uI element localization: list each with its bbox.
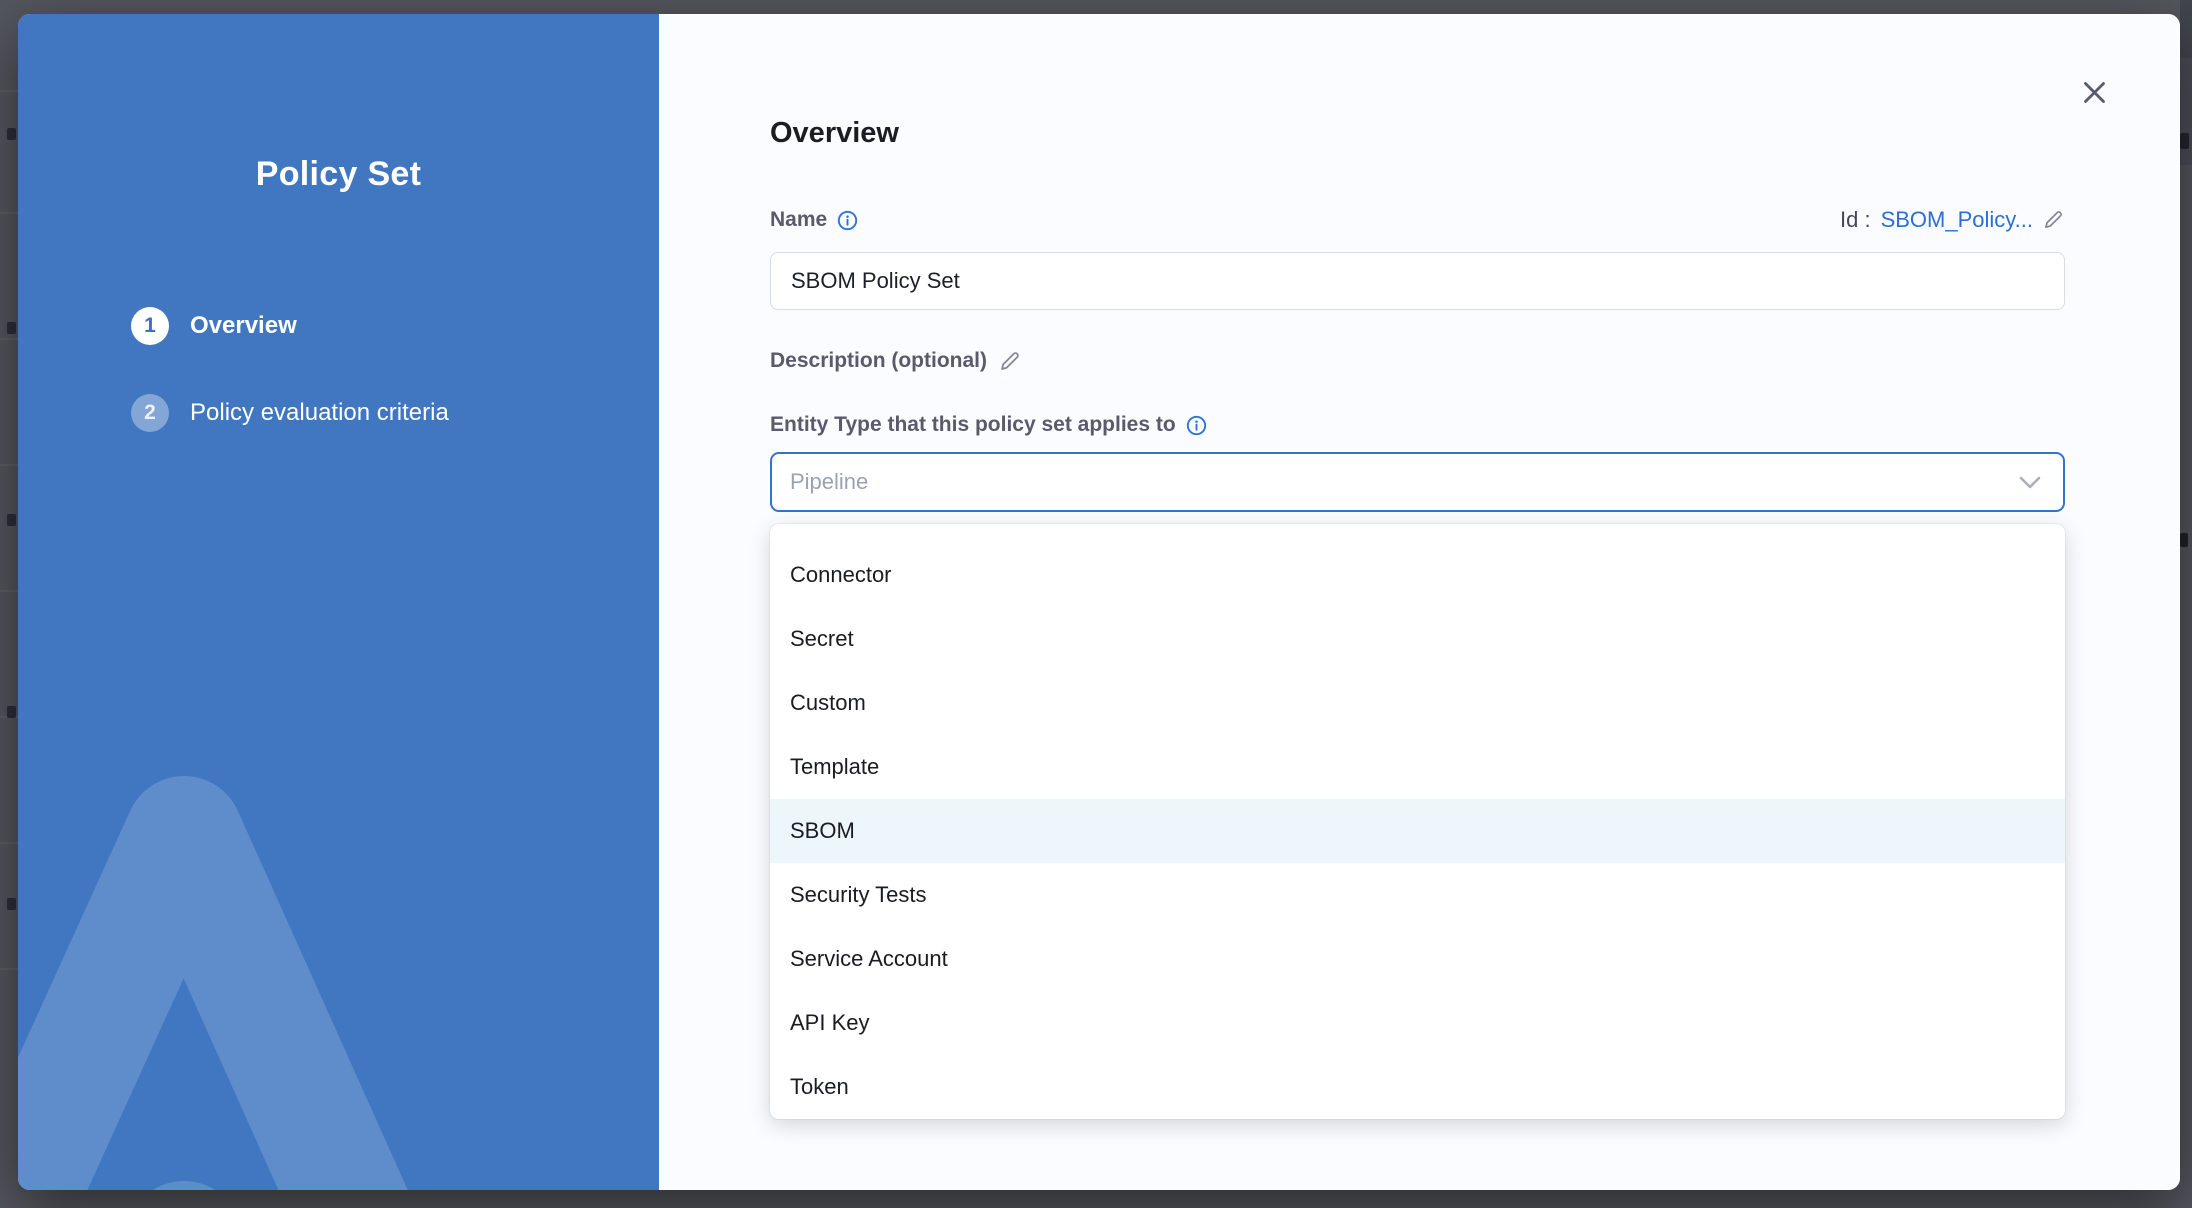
step-label: Overview [190,312,297,340]
step-number-badge: 2 [131,394,169,432]
dropdown-option[interactable]: SBOM [770,799,2065,863]
dropdown-option[interactable]: Template [770,735,2065,799]
description-row: Description (optional) [770,349,1022,373]
overview-step-panel: Overview Name Id : SBOM_Policy... [659,14,2180,1190]
dropdown-option-list: Feature Flag Connector Secret Custom Tem… [770,524,2065,1119]
entity-id-group: Id : SBOM_Policy... [1840,207,2065,233]
background-text-fragment [2180,133,2189,149]
select-placeholder: Pipeline [790,469,2019,495]
entity-type-row: Entity Type that this policy set applies… [770,413,1207,437]
dropdown-option[interactable]: Token [770,1055,2065,1119]
screen: Policy Set 1 Overview 2 Policy evaluatio… [0,0,2192,1208]
background-row-divider [0,842,18,844]
background-text-fragment [7,128,16,140]
background-text-fragment [7,898,16,910]
step-policy-evaluation-criteria[interactable]: 2 Policy evaluation criteria [131,394,449,432]
step-overview[interactable]: 1 Overview [131,307,449,345]
background-text-fragment [7,706,16,718]
wizard-sidebar: Policy Set 1 Overview 2 Policy evaluatio… [18,14,659,1190]
dropdown-option[interactable]: Secret [770,607,2065,671]
background-text-fragment [2180,533,2188,547]
dropdown-option-clipped[interactable]: Feature Flag [770,524,2065,543]
entity-type-select[interactable]: Pipeline [770,452,2065,512]
background-header-fragment [2180,0,2192,58]
background-text-fragment [7,322,16,334]
entity-type-dropdown-menu: Feature Flag Connector Secret Custom Tem… [770,524,2065,1119]
chevron-down-icon [2019,476,2041,489]
background-row-divider [0,968,18,970]
dropdown-option[interactable]: API Key [770,991,2065,1055]
info-icon[interactable] [837,210,858,231]
background-row-divider [0,90,18,92]
step-label: Policy evaluation criteria [190,399,449,427]
background-row-divider [0,464,18,466]
edit-description-pencil-icon[interactable] [999,350,1022,373]
edit-id-pencil-icon[interactable] [2043,209,2065,231]
name-input[interactable] [770,252,2065,310]
background-text-fragment [7,514,16,526]
background-row-divider [0,338,18,340]
close-icon [2082,80,2107,105]
info-icon[interactable] [1186,415,1207,436]
background-row-divider [0,212,18,214]
dropdown-option[interactable]: Custom [770,671,2065,735]
dropdown-option[interactable]: Security Tests [770,863,2065,927]
name-label-group: Name [770,208,858,232]
harness-logo-watermark [18,760,659,1190]
entity-type-label: Entity Type that this policy set applies… [770,413,1176,437]
dropdown-option[interactable]: Service Account [770,927,2065,991]
dialog-title: Policy Set [18,155,659,194]
policy-set-dialog: Policy Set 1 Overview 2 Policy evaluatio… [18,14,2180,1190]
page-title: Overview [770,117,899,150]
step-number-badge: 1 [131,307,169,345]
name-label: Name [770,208,827,232]
description-label: Description (optional) [770,349,987,373]
id-prefix: Id : [1840,207,1871,233]
entity-id-link[interactable]: SBOM_Policy... [1881,207,2033,233]
background-right-strip [2180,0,2192,1208]
name-row: Name Id : SBOM_Policy... [770,207,2065,233]
dropdown-option[interactable]: Connector [770,543,2065,607]
wizard-steps: 1 Overview 2 Policy evaluation criteria [131,307,449,432]
background-row-divider [0,590,18,592]
close-button[interactable] [2071,69,2117,115]
